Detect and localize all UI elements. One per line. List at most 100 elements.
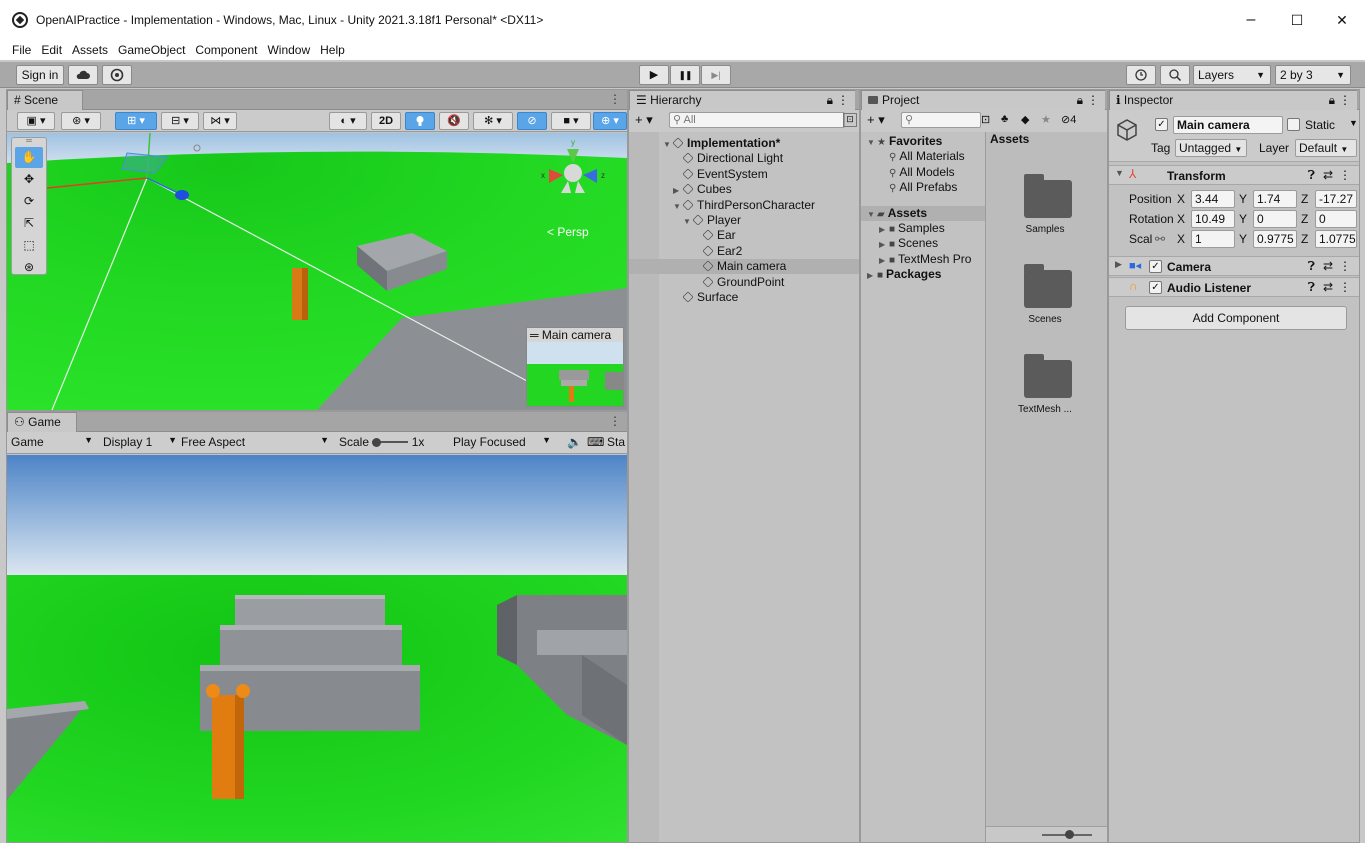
project-tree-item[interactable]: ▼ ▰ Assets: [861, 205, 985, 222]
type-filter-icon[interactable]: ♣: [1001, 113, 1008, 125]
lock-icon[interactable]: 🔒︎: [827, 91, 833, 110]
rotation-x-input[interactable]: 10.49: [1191, 210, 1235, 228]
menu-assets[interactable]: Assets: [72, 43, 108, 57]
position-z-input[interactable]: -17.27: [1315, 190, 1357, 208]
position-y-input[interactable]: 1.74: [1253, 190, 1297, 208]
hierarchy-item[interactable]: Directional Light: [629, 151, 859, 166]
shortcuts-icon[interactable]: ⌨: [587, 435, 604, 449]
2d-toggle-button[interactable]: 2D: [371, 112, 401, 130]
expanded-arrow-icon[interactable]: ▼: [673, 199, 683, 214]
tree-arrow-icon[interactable]: ▶: [879, 237, 889, 252]
effects-dropdown[interactable]: ✻ ▾: [473, 112, 513, 130]
active-checkbox[interactable]: ✓: [1155, 118, 1168, 131]
asset-size-thumb[interactable]: [1065, 830, 1074, 839]
layout-dropdown[interactable]: 2 by 3 ▼: [1275, 65, 1351, 85]
tab-scene[interactable]: # Scene: [7, 90, 83, 110]
stats-button[interactable]: Sta: [607, 435, 625, 449]
tree-arrow-icon[interactable]: ▼: [867, 207, 877, 222]
help-icon[interactable]: ❓︎: [1308, 168, 1315, 183]
cloud-button[interactable]: [68, 65, 98, 85]
increment-snap-button[interactable]: ⋈ ▾: [203, 112, 237, 130]
maximize-button[interactable]: ☐: [1274, 0, 1320, 40]
add-component-button[interactable]: Add Component: [1125, 306, 1347, 330]
step-button[interactable]: ▶|: [701, 65, 731, 85]
preset-icon[interactable]: ⇄: [1323, 168, 1333, 182]
rotation-y-input[interactable]: 0: [1253, 210, 1297, 228]
project-tree-item[interactable]: ⚲ All Prefabs: [861, 180, 985, 195]
hierarchy-item[interactable]: ▼ Implementation*: [629, 136, 859, 151]
create-asset-dropdown[interactable]: + ▾: [867, 112, 885, 128]
expanded-arrow-icon[interactable]: ▼: [683, 214, 693, 229]
audio-toggle-button[interactable]: 🔇: [439, 112, 469, 130]
mute-audio-icon[interactable]: 🔈: [567, 435, 582, 449]
scale-slider[interactable]: Scale 1x: [339, 435, 449, 449]
scene-visibility-button[interactable]: ⊘: [517, 112, 547, 130]
palette-handle-icon[interactable]: ═: [12, 137, 46, 146]
aspect-dropdown[interactable]: Free Aspect ▼: [181, 435, 331, 449]
camera-enabled-checkbox[interactable]: ✓: [1149, 260, 1162, 273]
game-mode-dropdown[interactable]: Game ▼: [11, 435, 95, 449]
kebab-menu-icon[interactable]: ⋮: [1339, 259, 1351, 273]
project-tree-item[interactable]: ▶ ■ TextMesh Pro: [861, 252, 985, 267]
preset-icon[interactable]: ⇄: [1323, 280, 1333, 294]
shading-mode-dropdown[interactable]: ◐ ▾: [329, 112, 367, 130]
label-filter-icon[interactable]: ◆: [1021, 113, 1029, 126]
lock-icon[interactable]: 🔒︎: [1077, 91, 1083, 110]
project-tree-item[interactable]: ▶ ■ Samples: [861, 221, 985, 236]
audio-listener-header[interactable]: ∩ ✓ Audio Listener ❓︎ ⇄ ⋮: [1109, 277, 1359, 297]
gizmos-dropdown[interactable]: ⊕ ▾: [593, 112, 627, 130]
static-checkbox[interactable]: [1287, 118, 1300, 131]
search-options-icon[interactable]: ⊡: [843, 113, 857, 127]
draw-mode-dropdown[interactable]: ▣ ▾: [17, 112, 55, 130]
perspective-label[interactable]: < Persp: [547, 225, 589, 239]
tree-arrow-icon[interactable]: ▶: [879, 222, 889, 237]
menu-window[interactable]: Window: [267, 43, 310, 57]
rect-tool-icon[interactable]: ⬚: [15, 235, 43, 256]
hand-tool-icon[interactable]: ✋: [15, 147, 43, 168]
expand-arrow-icon[interactable]: ▶: [1115, 259, 1122, 270]
menu-component[interactable]: Component: [195, 43, 257, 57]
audio-enabled-checkbox[interactable]: ✓: [1149, 281, 1162, 294]
help-icon[interactable]: ❓︎: [1308, 259, 1315, 274]
menu-help[interactable]: Help: [320, 43, 345, 57]
project-tree-item[interactable]: ▼ ★ Favorites: [861, 134, 985, 149]
minimize-button[interactable]: –: [1228, 0, 1274, 40]
collab-button[interactable]: [102, 65, 132, 85]
collapse-arrow-icon[interactable]: ▼: [1115, 168, 1124, 178]
grid-snap-button[interactable]: ⊞ ▾: [115, 112, 157, 130]
transform-tool-icon[interactable]: ⊛: [15, 257, 43, 278]
project-tree-item[interactable]: ⚲ All Materials: [861, 149, 985, 164]
favorite-star-icon[interactable]: ★: [1041, 113, 1051, 126]
tree-arrow-icon[interactable]: ▶: [867, 268, 877, 283]
hidden-packages-toggle[interactable]: ⊘4: [1061, 113, 1076, 126]
hierarchy-item[interactable]: Surface: [629, 290, 859, 305]
tab-hierarchy[interactable]: ☰ Hierarchy 🔒︎ ⋮: [629, 90, 855, 110]
search-button[interactable]: [1160, 65, 1190, 85]
history-button[interactable]: [1126, 65, 1156, 85]
tab-inspector[interactable]: ℹ Inspector 🔒︎ ⋮: [1109, 90, 1357, 110]
hierarchy-item[interactable]: ▶ Cubes: [629, 182, 859, 197]
kebab-menu-icon[interactable]: ⋮: [609, 92, 621, 106]
kebab-menu-icon[interactable]: ⋮: [1339, 91, 1351, 110]
scale-slider-thumb[interactable]: [372, 438, 382, 447]
kebab-menu-icon[interactable]: ⋮: [837, 91, 849, 110]
lock-icon[interactable]: 🔒︎: [1329, 91, 1335, 110]
gizmo-toggle-dropdown[interactable]: ⊛ ▾: [61, 112, 101, 130]
project-tree-item[interactable]: ▶ ■ Scenes: [861, 236, 985, 251]
menu-gameobject[interactable]: GameObject: [118, 43, 185, 57]
expanded-arrow-icon[interactable]: ▼: [663, 137, 673, 152]
hierarchy-item[interactable]: ▼ ThirdPersonCharacter: [629, 198, 859, 213]
close-button[interactable]: ✕: [1319, 0, 1365, 40]
kebab-menu-icon[interactable]: ⋮: [1339, 280, 1351, 294]
display-dropdown[interactable]: Display 1 ▼: [103, 435, 179, 449]
hierarchy-item[interactable]: Ear: [629, 228, 859, 243]
scale-y-input[interactable]: 0.9775: [1253, 230, 1297, 248]
tab-project[interactable]: Project 🔒︎ ⋮: [861, 90, 1105, 110]
folder-scenes-icon[interactable]: [1024, 264, 1072, 308]
search-options-icon[interactable]: ⊡: [981, 113, 990, 126]
folder-textmesh-icon[interactable]: [1024, 354, 1072, 398]
rotate-tool-icon[interactable]: ⟳: [15, 191, 43, 212]
scale-x-input[interactable]: 1: [1191, 230, 1235, 248]
scale-z-input[interactable]: 1.0775: [1315, 230, 1357, 248]
kebab-menu-icon[interactable]: ⋮: [1339, 168, 1351, 182]
